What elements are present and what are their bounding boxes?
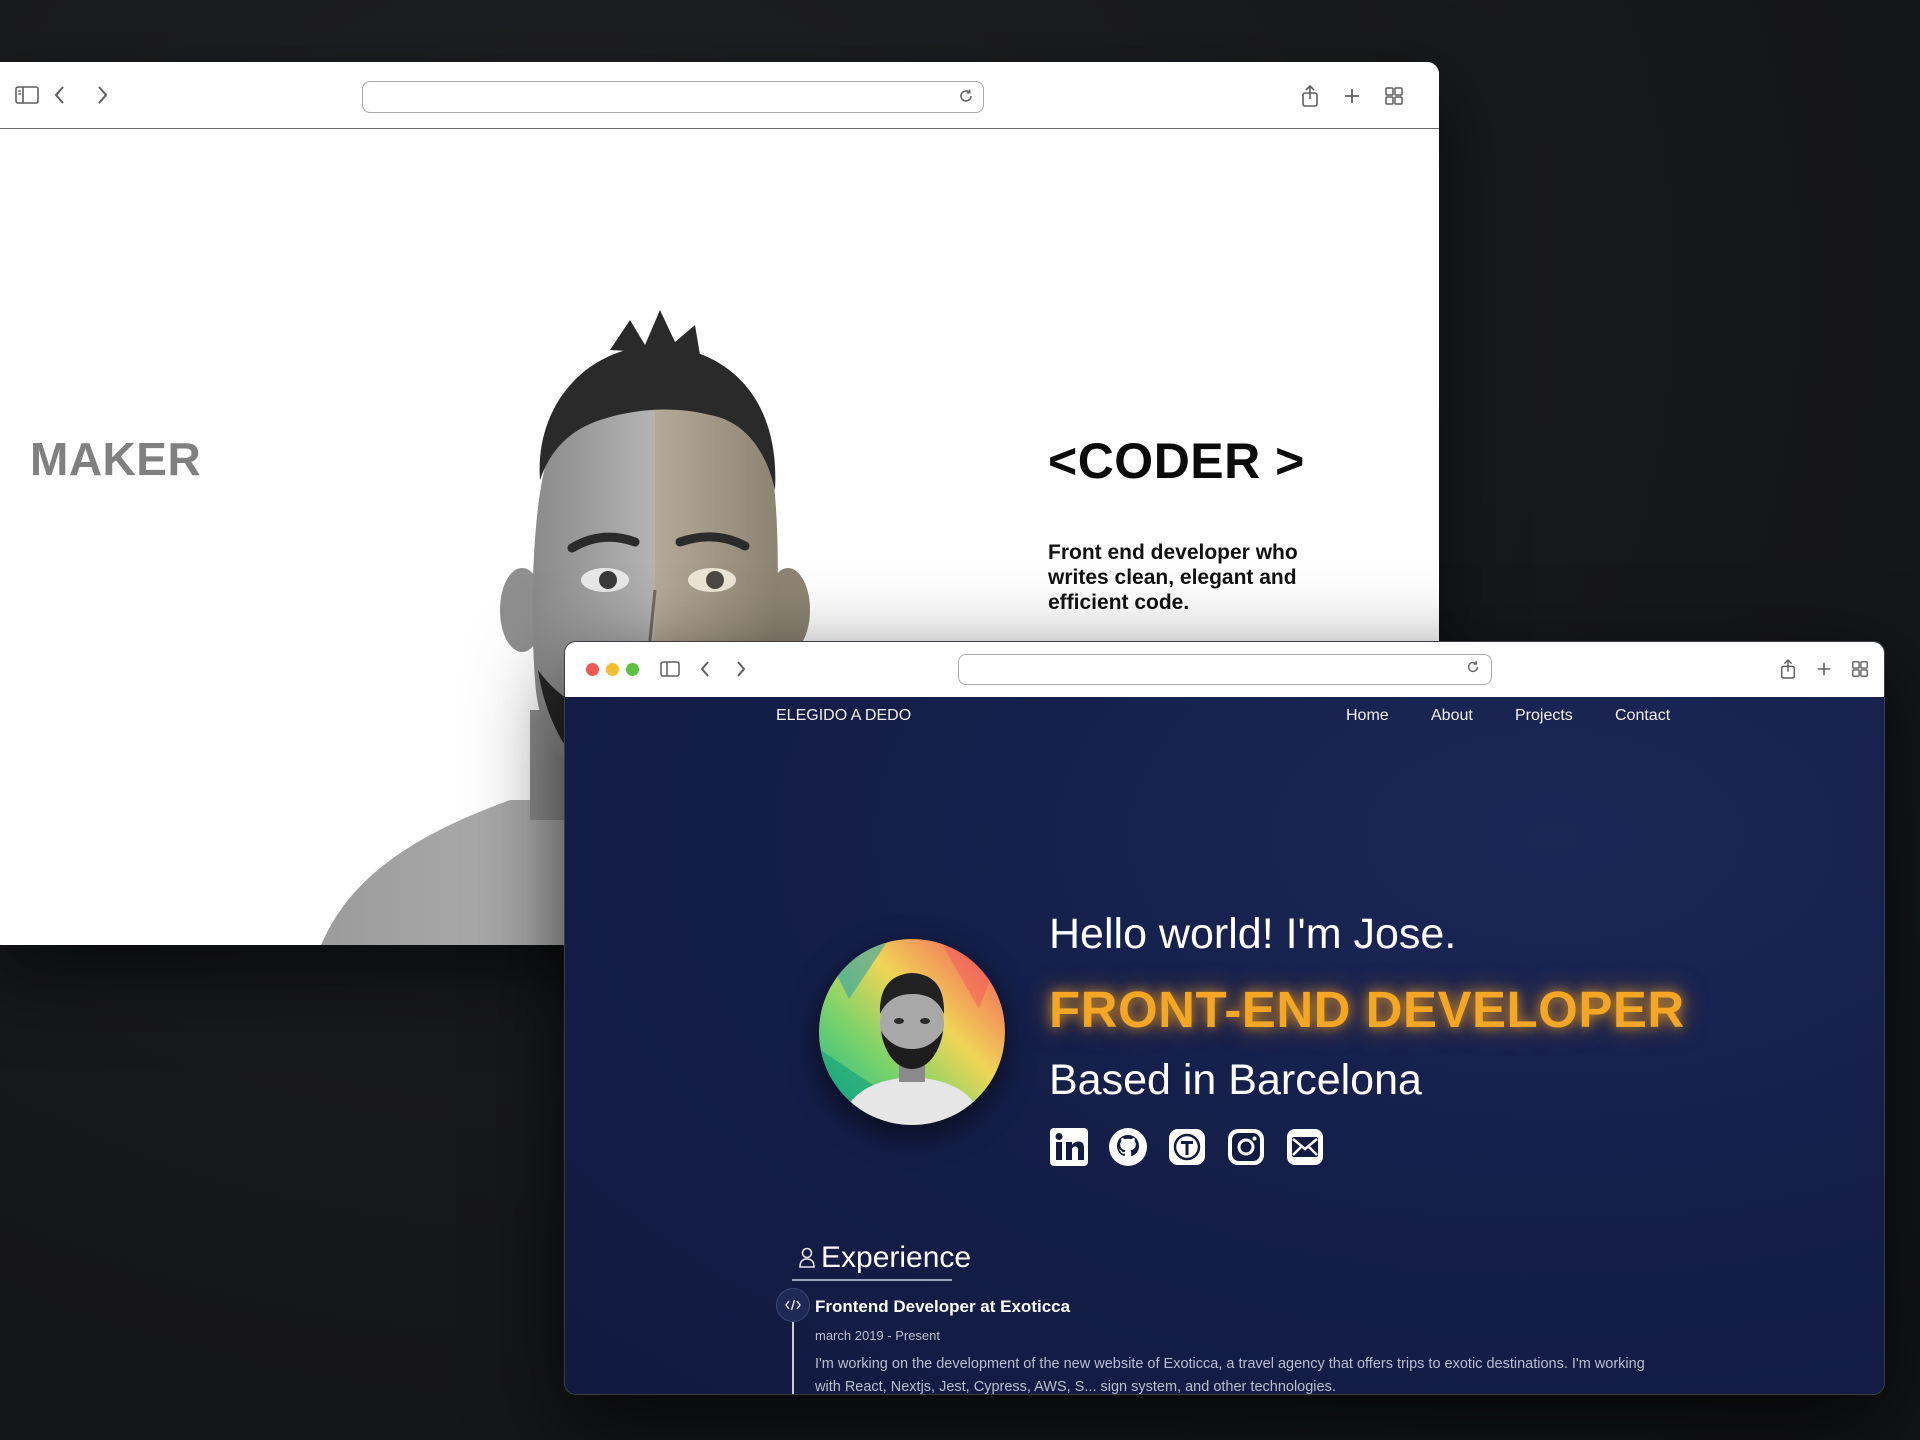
maker-heading: MAKER xyxy=(30,433,202,485)
heading-underline xyxy=(792,1279,952,1281)
share-icon[interactable] xyxy=(1777,657,1799,681)
minimize-window-button[interactable] xyxy=(606,663,619,676)
tiktok-icon[interactable] xyxy=(1167,1127,1207,1167)
job-dates: march 2019 - Present xyxy=(815,1328,941,1343)
user-icon xyxy=(798,1245,816,1269)
forward-arrow-icon[interactable] xyxy=(90,82,114,108)
nav-about[interactable]: About xyxy=(1431,707,1473,725)
back-arrow-icon[interactable] xyxy=(695,658,715,680)
hero-greeting: Hello world! I'm Jose. xyxy=(1049,910,1457,958)
close-window-button[interactable] xyxy=(586,663,599,676)
nav-home[interactable]: Home xyxy=(1346,707,1389,725)
reload-icon[interactable] xyxy=(1465,659,1483,677)
hero-location: Based in Barcelona xyxy=(1049,1056,1422,1104)
maximize-window-button[interactable] xyxy=(626,663,639,676)
instagram-icon[interactable] xyxy=(1226,1127,1266,1167)
hero-role: FRONT-END DEVELOPER xyxy=(1049,981,1685,1038)
browser-window-front: ELEGIDO A DEDO Home About Projects Conta… xyxy=(564,641,1885,1395)
experience-heading: Experience xyxy=(821,1241,972,1274)
sidebar-toggle-icon[interactable] xyxy=(14,82,40,108)
job-description: I'm working on the development of the ne… xyxy=(815,1356,1645,1395)
site-brand[interactable]: ELEGIDO A DEDO xyxy=(776,707,911,725)
address-bar[interactable] xyxy=(958,654,1492,685)
linkedin-icon[interactable] xyxy=(1049,1127,1089,1167)
browser-toolbar xyxy=(565,642,1884,698)
share-icon[interactable] xyxy=(1298,82,1322,110)
address-bar[interactable] xyxy=(362,81,984,113)
back-arrow-icon[interactable] xyxy=(48,82,72,108)
coder-heading: <CODER > xyxy=(1048,433,1305,489)
tab-overview-icon[interactable] xyxy=(1382,84,1406,108)
mail-icon[interactable] xyxy=(1285,1127,1325,1167)
forward-arrow-icon[interactable] xyxy=(731,658,751,680)
code-icon xyxy=(776,1288,810,1322)
reload-icon[interactable] xyxy=(957,87,975,105)
avatar xyxy=(819,939,1005,1125)
new-tab-icon[interactable] xyxy=(1340,84,1364,108)
tab-overview-icon[interactable] xyxy=(1849,658,1871,680)
new-tab-icon[interactable] xyxy=(1813,658,1835,680)
nav-projects[interactable]: Projects xyxy=(1515,707,1573,725)
browser-toolbar xyxy=(0,62,1439,129)
portfolio-page: ELEGIDO A DEDO Home About Projects Conta… xyxy=(565,697,1884,1394)
github-icon[interactable] xyxy=(1108,1127,1148,1167)
coder-description: Front end developer who writes clean, el… xyxy=(1048,541,1298,614)
job-title: Frontend Developer at Exoticca xyxy=(815,1297,1071,1316)
sidebar-toggle-icon[interactable] xyxy=(659,658,681,680)
nav-contact[interactable]: Contact xyxy=(1615,707,1670,725)
